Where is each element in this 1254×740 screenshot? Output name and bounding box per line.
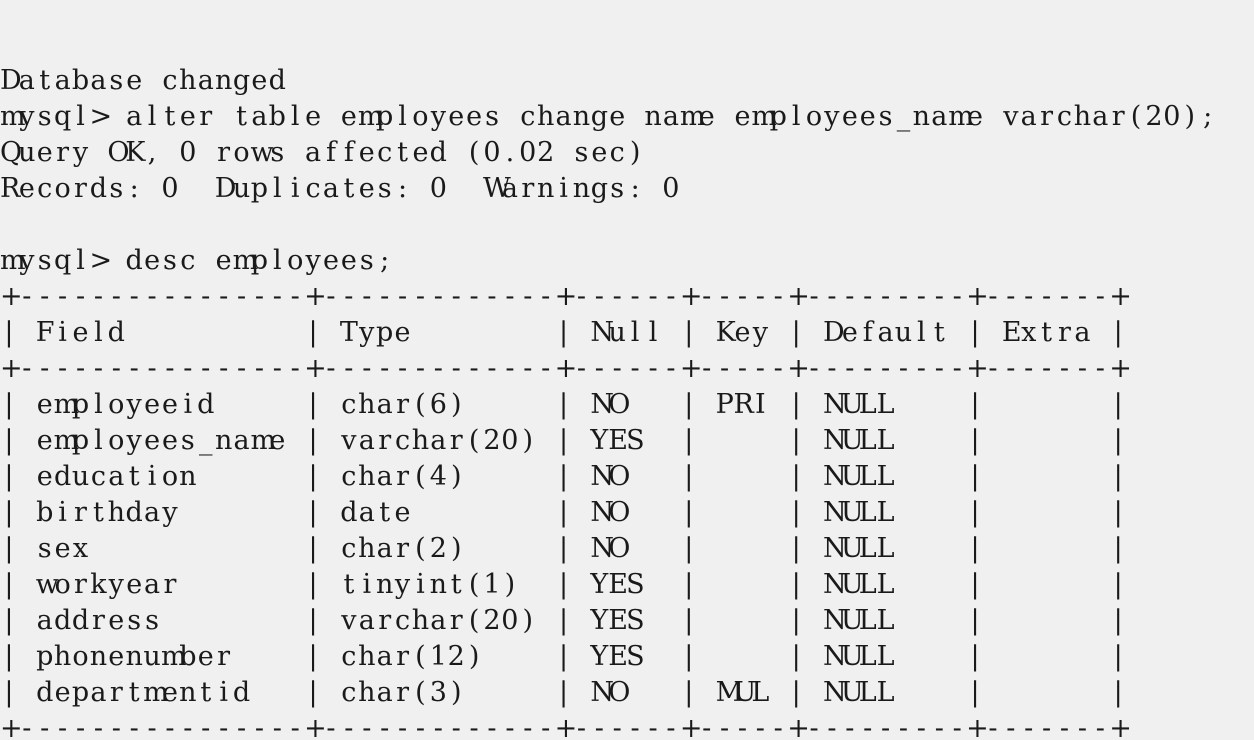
terminal-line: my sq l > de s c emp l oyee s; bbox=[0, 245, 390, 276]
terminal-line: | emp l oyee s _name | va r cha r(20) | YES | |… bbox=[4, 425, 1123, 456]
terminal-line: | b i r t hday | da t e | NO | | NULL | | bbox=[4, 497, 1123, 528]
terminal-line: | s ex | cha r(2) | NO | | NULL | | bbox=[4, 533, 1123, 564]
terminal-line: my sq l > alter t ab l e emp l oyee s change name… bbox=[0, 101, 1213, 132]
terminal-line: Reco r ds: 0 Dup l i ca t e s: 0 Wa r n i ngs: 0 bbox=[0, 173, 680, 204]
terminal-output: Da t aba s e changed my sq l > alter t ab l e emp l o… bbox=[0, 63, 1254, 740]
mysql-terminal[interactable]: Da t aba s e changed my sq l > alter t ab l e emp l o… bbox=[0, 0, 1254, 740]
terminal-line: | Field | Type | Nu l l | Key | De f au l t | … bbox=[4, 317, 1123, 348]
terminal-line: | wo r kyea r | t i ny i n t(1) | YES | | NULL |… bbox=[4, 569, 1123, 600]
terminal-line: +- - - - - - - - - - - - - - - - +- - - - - - - - - - - - - +- - - - - - +-… bbox=[0, 713, 1132, 740]
terminal-line: Da t aba s e changed bbox=[0, 65, 286, 96]
terminal-line: | add r e s s | va r cha r(20) | YES | | NULL |… bbox=[4, 605, 1123, 636]
terminal-line: | depa r t men t i d | cha r(3) | NO | MUL | NU… bbox=[4, 677, 1123, 708]
terminal-scrollback: Da t aba s e changed my sq l > alter t ab l e emp l o… bbox=[0, 0, 1254, 740]
terminal-line: | emp l oyee i d | cha r(6) | NO | PRI | NULL… bbox=[4, 389, 1123, 420]
terminal-line: +- - - - - - - - - - - - - - - - +- - - - - - - - - - - - - +- - - - - - +-… bbox=[0, 353, 1132, 384]
terminal-line: | educa t i on | cha r(4) | NO | | NULL | | bbox=[4, 461, 1123, 492]
terminal-line: +- - - - - - - - - - - - - - - - +- - - - - - - - - - - - - +- - - - - - +-… bbox=[0, 281, 1132, 312]
terminal-line: Que r y OK, 0 r ows a f f ec t ed (0. 02 s ec) bbox=[0, 137, 641, 168]
terminal-line: | phonenumbe r | cha r(12) | YES | | NULL … bbox=[4, 641, 1123, 672]
